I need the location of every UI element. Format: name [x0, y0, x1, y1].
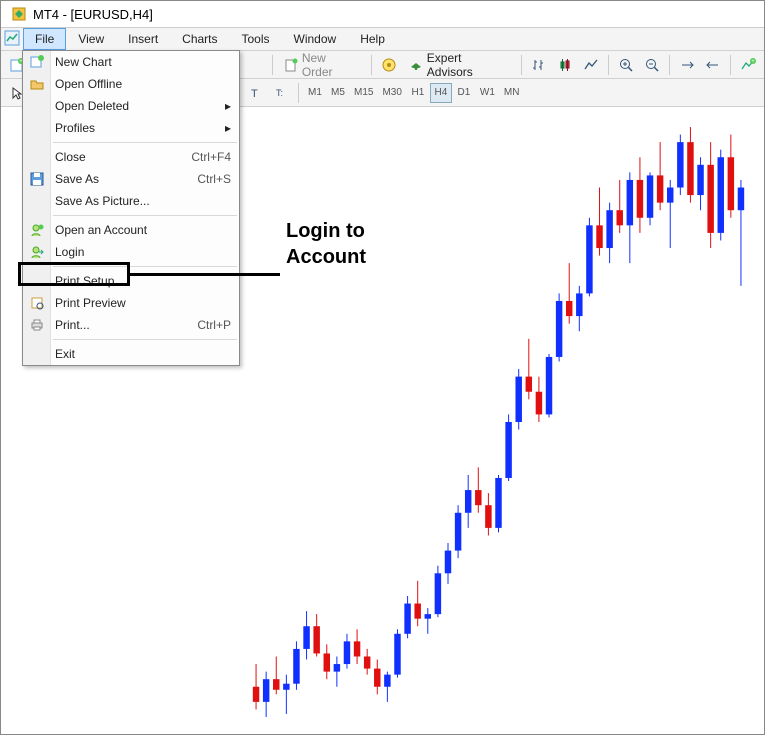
shift-icon[interactable] [701, 54, 725, 76]
menubar-item-window[interactable]: Window [282, 28, 349, 50]
person-plus-icon [29, 222, 45, 238]
app-icon [11, 6, 27, 22]
timeframe-d1[interactable]: D1 [453, 83, 475, 103]
new-order-button[interactable]: New Order [278, 49, 366, 81]
expert-advisors-label: Expert Advisors [427, 51, 510, 79]
toolbar-separator [521, 55, 522, 75]
zoom-out-icon[interactable] [640, 54, 664, 76]
annotation-line [130, 273, 280, 276]
menu-open-account[interactable]: Open an Account [23, 219, 239, 241]
toolbar-separator [608, 55, 609, 75]
shortcut-label: Ctrl+P [197, 318, 231, 332]
candle-chart-icon[interactable] [553, 54, 577, 76]
timeframe-mn[interactable]: MN [500, 83, 524, 103]
menu-profiles[interactable]: Profiles ▸ [23, 117, 239, 139]
menu-exit[interactable]: Exit [23, 343, 239, 365]
menu-label: Open Offline [55, 77, 122, 91]
menu-save-picture[interactable]: Save As Picture... [23, 190, 239, 212]
menu-label: Print... [55, 318, 90, 332]
menu-label: Print Setup... [55, 274, 124, 288]
indicators-icon[interactable]: + [736, 54, 760, 76]
menu-print-preview[interactable]: Print Preview [23, 292, 239, 314]
timeframe-m5[interactable]: M5 [327, 83, 349, 103]
menu-label: Login [55, 245, 84, 259]
toolbar-separator [669, 55, 670, 75]
menu-label: Close [55, 150, 86, 164]
file-menu-dropdown: New Chart Open Offline Open Deleted ▸ Pr… [22, 50, 240, 366]
new-chart-icon [29, 54, 45, 70]
expert-advisors-button[interactable]: Expert Advisors [403, 49, 516, 81]
autotrade-icon[interactable] [377, 54, 401, 76]
shortcut-label: Ctrl+S [197, 172, 231, 186]
text-label-icon[interactable]: T: [269, 82, 293, 104]
titlebar: MT4 - [EURUSD,H4] [1, 1, 764, 28]
menu-separator [53, 215, 237, 216]
svg-text:+: + [751, 59, 755, 65]
printer-icon [29, 317, 45, 333]
menu-label: Open Deleted [55, 99, 129, 113]
menubar: FileViewInsertChartsToolsWindowHelp [1, 28, 764, 51]
menu-save-as[interactable]: Save As Ctrl+S [23, 168, 239, 190]
svg-text:T: T [251, 88, 258, 100]
zoom-in-icon[interactable] [614, 54, 638, 76]
timeframe-h1[interactable]: H1 [407, 83, 429, 103]
menu-label: Print Preview [55, 296, 126, 310]
window-title: MT4 - [EURUSD,H4] [33, 7, 153, 22]
menu-print[interactable]: Print... Ctrl+P [23, 314, 239, 336]
menu-label: Save As Picture... [55, 194, 150, 208]
chart-icon [3, 29, 21, 47]
menu-close[interactable]: Close Ctrl+F4 [23, 146, 239, 168]
save-icon [29, 171, 45, 187]
timeframe-m15[interactable]: M15 [350, 83, 377, 103]
menubar-item-tools[interactable]: Tools [230, 28, 282, 50]
menu-separator [53, 142, 237, 143]
document-plus-icon [284, 58, 298, 72]
timeframe-m30[interactable]: M30 [378, 83, 405, 103]
submenu-arrow-icon: ▸ [225, 121, 231, 135]
person-arrow-icon [29, 244, 45, 260]
menubar-item-view[interactable]: View [66, 28, 116, 50]
toolbar-separator [272, 55, 273, 75]
timeframe-m1[interactable]: M1 [304, 83, 326, 103]
menubar-item-file[interactable]: File [23, 28, 66, 50]
menubar-item-charts[interactable]: Charts [170, 28, 229, 50]
shortcut-label: Ctrl+F4 [191, 150, 231, 164]
line-chart-icon[interactable] [579, 54, 603, 76]
menu-login[interactable]: Login [23, 241, 239, 263]
menu-separator [53, 266, 237, 267]
menu-open-deleted[interactable]: Open Deleted ▸ [23, 95, 239, 117]
menu-label: Open an Account [55, 223, 147, 237]
menubar-item-insert[interactable]: Insert [116, 28, 170, 50]
folder-icon [29, 76, 45, 92]
hat-icon [409, 58, 423, 72]
toolbar-separator [371, 55, 372, 75]
scroll-icon[interactable] [675, 54, 699, 76]
new-order-label: New Order [302, 51, 360, 79]
timeframe-w1[interactable]: W1 [476, 83, 499, 103]
timeframe-row: M1M5M15M30H1H4D1W1MN [304, 83, 523, 103]
menu-label: New Chart [55, 55, 112, 69]
svg-text:T:: T: [276, 88, 283, 98]
menubar-item-help[interactable]: Help [348, 28, 397, 50]
print-preview-icon [29, 295, 45, 311]
menu-label: Profiles [55, 121, 95, 135]
menu-separator [53, 339, 237, 340]
bar-chart-icon[interactable] [527, 54, 551, 76]
menu-label: Exit [55, 347, 75, 361]
menu-open-offline[interactable]: Open Offline [23, 73, 239, 95]
submenu-arrow-icon: ▸ [225, 99, 231, 113]
menu-label: Save As [55, 172, 99, 186]
timeframe-h4[interactable]: H4 [430, 83, 452, 103]
toolbar-separator [730, 55, 731, 75]
menu-new-chart[interactable]: New Chart [23, 51, 239, 73]
annotation-text: Login to Account [286, 218, 366, 270]
toolbar-separator [298, 83, 299, 103]
text-icon[interactable]: T [243, 82, 267, 104]
